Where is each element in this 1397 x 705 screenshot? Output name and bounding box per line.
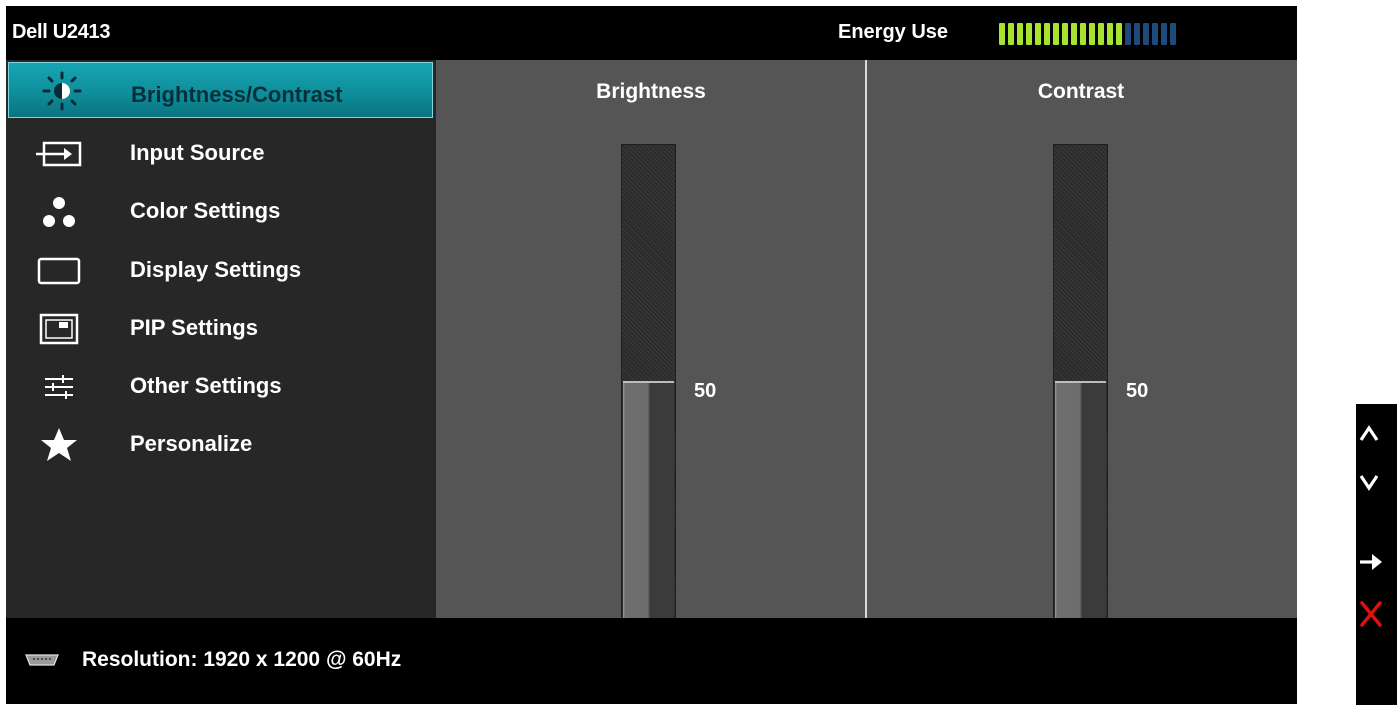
energy-bar-segment (1170, 23, 1176, 45)
menu-item-label: PIP Settings (130, 315, 258, 340)
contrast-slider-fill (1055, 381, 1106, 618)
exit-icon (1358, 599, 1384, 634)
pip-icon (24, 309, 94, 349)
energy-use-label: Energy Use (838, 21, 949, 43)
up-button[interactable] (1358, 414, 1396, 458)
color-settings-icon (24, 192, 94, 232)
navigation-buttons (1356, 404, 1397, 705)
energy-bar-segment (1062, 23, 1068, 45)
brightness-slider[interactable] (621, 144, 676, 620)
star-icon (24, 425, 94, 465)
energy-bar-segment (1071, 23, 1077, 45)
brightness-slider-fill (623, 381, 674, 618)
energy-bar-segment (1143, 23, 1149, 45)
menu-item-label: Brightness/Contrast (131, 82, 343, 107)
menu-item-input-source[interactable]: Input Source (6, 126, 436, 182)
title-bar: Dell U2413 Energy Use (6, 6, 1297, 60)
energy-bar-segment (1017, 23, 1023, 45)
menu-item-other-settings[interactable]: Other Settings (6, 359, 436, 415)
menu-item-color-settings[interactable]: Color Settings (6, 184, 436, 240)
energy-bar-segment (1053, 23, 1059, 45)
contrast-value: 50 (1126, 380, 1149, 402)
input-source-icon (24, 134, 94, 174)
menu-item-label: Input Source (130, 140, 265, 165)
energy-bar-segment (1089, 23, 1095, 45)
energy-bar-segment (1098, 23, 1104, 45)
enter-button[interactable] (1358, 542, 1396, 586)
connector-icon (24, 653, 60, 667)
energy-bar-segment (1107, 23, 1113, 45)
menu-item-personalize[interactable]: Personalize (6, 417, 436, 473)
menu-item-label: Other Settings (130, 373, 282, 398)
energy-bar-segment (1035, 23, 1041, 45)
menu-item-label: Color Settings (130, 198, 281, 223)
display-settings-icon (24, 251, 94, 291)
energy-bar-segment (1080, 23, 1086, 45)
brightness-value: 50 (694, 380, 717, 402)
contrast-slider[interactable] (1053, 144, 1108, 620)
monitor-osd: Dell U2413 Energy Use Brightness/Contras (6, 6, 1297, 704)
brightness-icon (27, 71, 97, 111)
exit-button[interactable] (1358, 594, 1396, 638)
down-icon (1358, 471, 1380, 498)
contrast-title: Contrast (1037, 80, 1125, 103)
energy-bar-segment (1161, 23, 1167, 45)
up-icon (1358, 423, 1380, 450)
menu-item-display-settings[interactable]: Display Settings (6, 243, 436, 299)
energy-bar-segment (1134, 23, 1140, 45)
model-name: Dell U2413 (12, 21, 111, 43)
energy-bar-segment (1125, 23, 1131, 45)
energy-bar-segment (1152, 23, 1158, 45)
brightness-title: Brightness (596, 80, 706, 103)
status-bar: Resolution: 1920 x 1200 @ 60Hz (6, 618, 1297, 704)
settings-panel: Brightness 50 Contrast 50 (436, 60, 1297, 620)
enter-icon (1358, 551, 1384, 578)
column-divider (865, 60, 867, 618)
menu-item-label: Personalize (130, 431, 253, 456)
energy-bar-segment (1026, 23, 1032, 45)
resolution-text: Resolution: 1920 x 1200 @ 60Hz (82, 648, 402, 671)
menu-item-pip-settings[interactable]: PIP Settings (6, 301, 436, 357)
menu-item-brightness-contrast[interactable]: Brightness/Contrast (8, 62, 433, 118)
main-menu: Brightness/Contrast Input Source Color S… (6, 60, 436, 618)
energy-use-meter (999, 23, 1227, 45)
menu-item-label: Display Settings (130, 257, 302, 282)
energy-bar-segment (999, 23, 1005, 45)
other-settings-icon (24, 367, 94, 407)
down-button[interactable] (1358, 462, 1396, 506)
energy-bar-segment (1116, 23, 1122, 45)
energy-bar-segment (1044, 23, 1050, 45)
energy-bar-segment (1008, 23, 1014, 45)
